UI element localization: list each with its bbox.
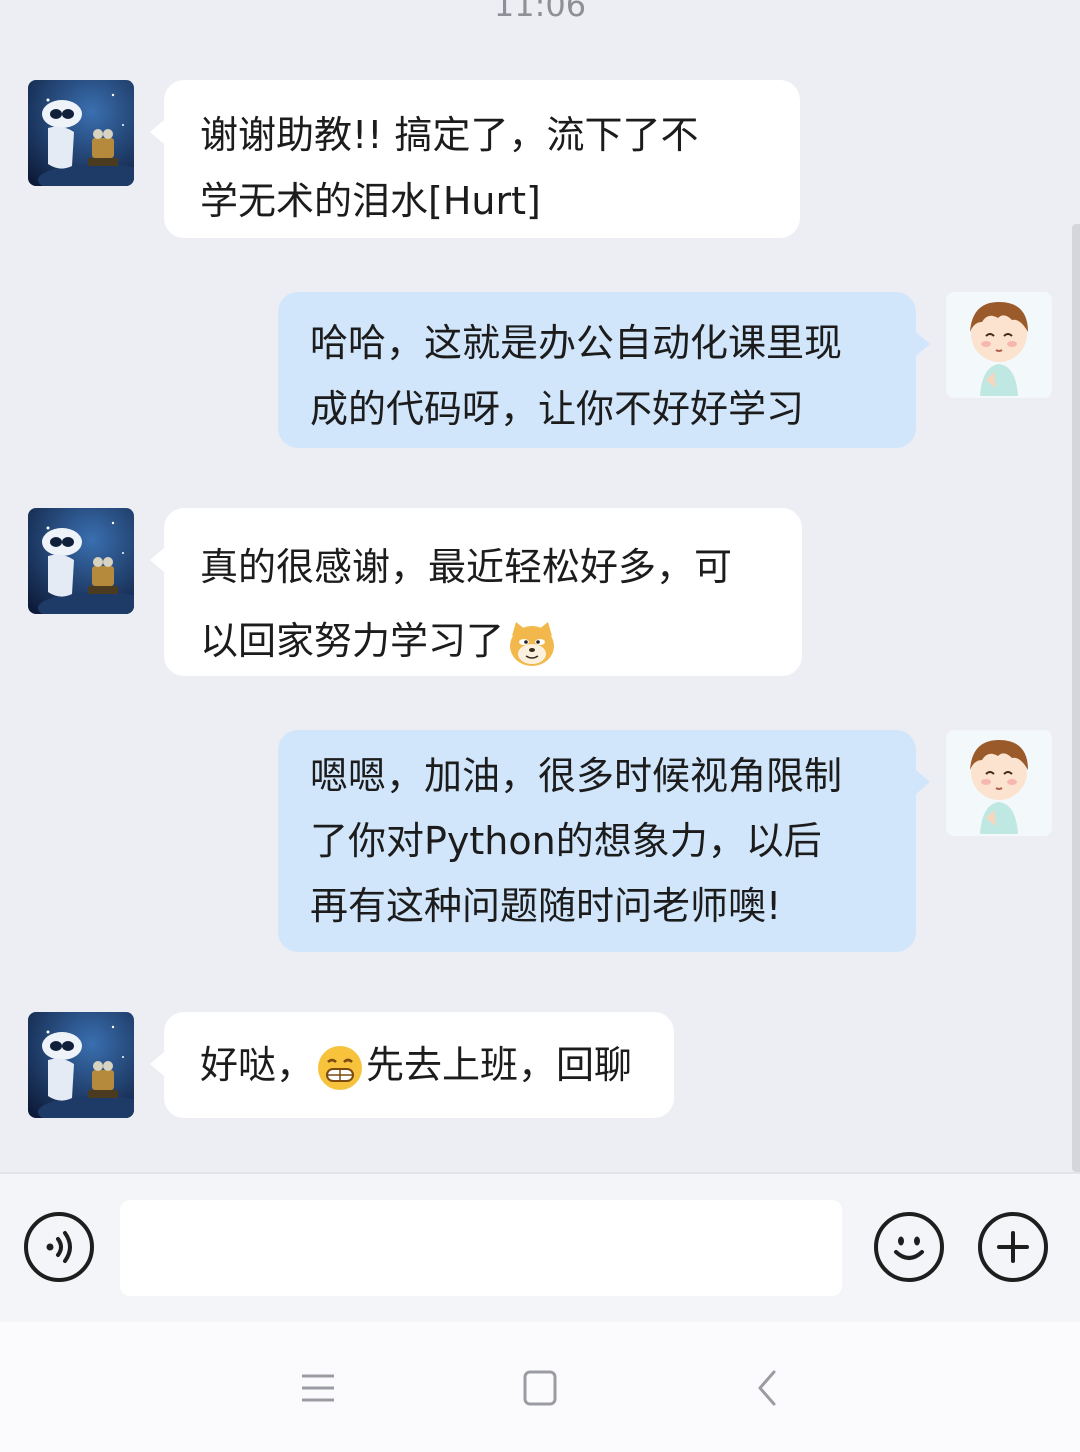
voice-button[interactable] <box>24 1212 94 1282</box>
message-text-line: 学无术的泪水[Hurt] <box>200 179 541 223</box>
message-text-line: 了你对Python的想象力，以后 <box>310 819 822 863</box>
message-bubble-incoming[interactable]: 好哒， 先去上班，回聊 <box>150 1012 674 1118</box>
input-bar <box>0 1172 1080 1322</box>
message-bubble-outgoing[interactable]: 嗯嗯，加油，很多时候视角限制 了你对Python的想象力，以后 再有这种问题随时… <box>278 730 930 952</box>
grin-icon <box>316 1044 364 1092</box>
message-timestamp: 11:06 <box>493 0 587 24</box>
message-bubble-incoming[interactable]: 真的很感谢，最近轻松好多，可 以回家努力学习了 <box>150 508 802 676</box>
message-text-prefix: 好哒， <box>200 1043 315 1087</box>
emoji-button[interactable] <box>874 1212 944 1282</box>
message-text-line: 哈哈，这就是办公自动化课里现 <box>310 321 843 365</box>
doge-icon <box>506 618 558 670</box>
more-button[interactable] <box>978 1212 1048 1282</box>
message-text-line: 真的很感谢，最近轻松好多，可 <box>200 545 733 589</box>
message-input[interactable] <box>120 1200 842 1296</box>
teacher-avatar[interactable] <box>946 292 1052 398</box>
system-nav-bar <box>0 1322 1080 1452</box>
message-text-line: 再有这种问题随时问老师噢! <box>310 884 782 928</box>
student-avatar[interactable] <box>28 508 134 614</box>
message-bubble-outgoing[interactable]: 哈哈，这就是办公自动化课里现 成的代码呀，让你不好好学习 <box>278 292 930 448</box>
smiley-icon <box>894 1236 924 1260</box>
teacher-avatar[interactable] <box>946 730 1052 836</box>
menu-button[interactable] <box>288 1362 348 1414</box>
back-icon <box>758 1370 776 1406</box>
message-bubble-incoming[interactable]: 谢谢助教!! 搞定了，流下了不 学无术的泪水[Hurt] <box>150 80 800 238</box>
student-avatar[interactable] <box>28 1012 134 1118</box>
message-text-line: 成的代码呀，让你不好好学习 <box>310 387 805 431</box>
message-text-line: 以回家努力学习了 <box>200 619 505 663</box>
home-button[interactable] <box>510 1362 570 1414</box>
student-avatar[interactable] <box>28 80 134 186</box>
message-text-line: 嗯嗯，加油，很多时候视角限制 <box>310 754 843 798</box>
message-text-line: 谢谢助教!! 搞定了，流下了不 <box>200 113 699 157</box>
back-button[interactable] <box>738 1362 798 1414</box>
voice-icon <box>46 1231 72 1263</box>
scroll-indicator[interactable] <box>1072 224 1080 1172</box>
home-icon <box>523 1370 557 1406</box>
menu-icon <box>302 1374 334 1402</box>
chat-area[interactable]: 11:06 谢谢助教!! 搞定了，流下了不 学无术的泪水[Hurt] 哈哈，这就… <box>0 0 1080 1172</box>
plus-icon <box>997 1231 1029 1263</box>
message-text-suffix: 先去上班，回聊 <box>366 1043 633 1087</box>
